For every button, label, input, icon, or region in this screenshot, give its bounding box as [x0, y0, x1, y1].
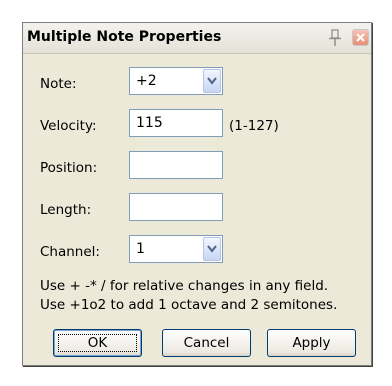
channel-combo[interactable]: 1 — [129, 235, 223, 263]
ok-button[interactable]: OK — [53, 329, 142, 357]
note-combo-value: +2 — [136, 73, 157, 89]
chevron-down-icon[interactable] — [203, 237, 221, 261]
close-icon[interactable] — [352, 29, 369, 46]
chevron-down-icon[interactable] — [203, 69, 221, 93]
velocity-label: Velocity: — [40, 118, 97, 134]
window-title: Multiple Note Properties — [27, 29, 222, 45]
title-bar[interactable]: Multiple Note Properties — [23, 23, 371, 54]
length-label: Length: — [40, 202, 92, 218]
channel-label: Channel: — [40, 244, 100, 260]
channel-combo-value: 1 — [136, 241, 145, 257]
ok-button-label: OK — [87, 335, 108, 351]
note-combo[interactable]: +2 — [129, 67, 223, 95]
velocity-input[interactable]: 115 — [129, 109, 223, 137]
velocity-range-hint: (1-127) — [229, 118, 279, 134]
cancel-button-label: Cancel — [183, 335, 230, 351]
apply-button[interactable]: Apply — [267, 329, 356, 357]
position-label: Position: — [40, 160, 98, 176]
cancel-button[interactable]: Cancel — [162, 329, 251, 357]
note-label: Note: — [40, 76, 77, 92]
apply-button-label: Apply — [292, 335, 331, 351]
dialog-window: Multiple Note Properties Note: +2 Veloci… — [22, 22, 372, 366]
help-text-octave: Use +1o2 to add 1 octave and 2 semitones… — [40, 297, 338, 313]
length-input[interactable] — [129, 193, 223, 221]
help-text-relative: Use + -* / for relative changes in any f… — [40, 278, 329, 294]
position-input[interactable] — [129, 151, 223, 179]
pin-icon[interactable] — [326, 28, 344, 48]
